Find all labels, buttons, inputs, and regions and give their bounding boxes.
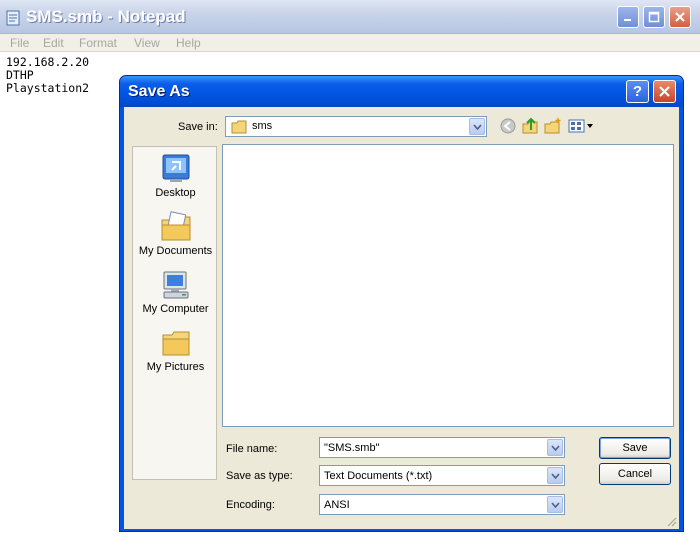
place-label: Desktop [155,187,196,199]
resize-grip-icon[interactable] [665,515,677,527]
text-line: 192.168.2.20 [6,55,90,69]
notepad-titlebar[interactable]: SMS.smb - Notepad [0,0,700,34]
my-pictures-icon [162,331,189,356]
encoding-value: ANSI [324,499,350,511]
encoding-select[interactable]: ANSI [319,494,565,515]
save-in-combo[interactable]: sms [225,116,487,137]
save-as-type-dropdown-button[interactable] [547,467,563,484]
folder-icon [231,120,247,134]
place-label: My Documents [138,245,213,257]
dialog-close-button[interactable] [653,80,676,103]
save-in-value: sms [252,120,273,132]
chevron-down-icon [550,501,560,508]
file-list-view[interactable] [222,144,674,427]
maximize-icon [648,11,660,23]
new-folder-icon [544,118,561,134]
menu-view[interactable]: View [134,36,160,50]
new-folder-button[interactable] [544,117,562,135]
places-bar: Desktop My Documents My Computer My Pict… [132,146,217,480]
file-name-label: File name: [226,443,278,455]
close-button[interactable] [669,6,691,28]
chevron-down-icon [472,123,482,130]
help-icon: ? [632,83,643,100]
save-in-dropdown-button[interactable] [469,118,485,135]
notepad-icon [6,10,20,26]
close-icon [659,86,670,97]
file-name-input[interactable]: "SMS.smb" [319,437,565,458]
menu-format[interactable]: Format [79,36,117,50]
help-button[interactable]: ? [626,80,649,103]
place-my-pictures[interactable]: My Pictures [133,327,218,385]
save-as-dialog: Save As ? Save in: sms Desktop My Docume… [119,75,684,532]
menu-file[interactable]: File [10,36,29,50]
file-name-value: "SMS.smb" [324,442,380,454]
views-menu-button[interactable] [567,117,595,135]
dialog-body: Save in: sms Desktop My Documents My Com… [124,107,679,529]
minimize-icon [624,19,631,21]
chevron-down-icon [550,444,560,451]
menu-help[interactable]: Help [176,36,201,50]
chevron-down-icon [550,472,560,479]
encoding-label: Encoding: [226,499,275,511]
dialog-title: Save As [128,83,190,100]
save-as-type-value: Text Documents (*.txt) [324,470,433,482]
menu-edit[interactable]: Edit [43,36,64,50]
close-icon [675,12,685,22]
encoding-dropdown-button[interactable] [547,496,563,513]
save-as-type-select[interactable]: Text Documents (*.txt) [319,465,565,486]
place-my-documents[interactable]: My Documents [133,211,218,269]
maximize-button[interactable] [643,6,665,28]
my-computer-icon [163,271,188,299]
cancel-button[interactable]: Cancel [599,463,671,485]
my-documents-icon [161,211,190,241]
back-icon [500,118,516,134]
notepad-title: SMS.smb - Notepad [26,7,186,26]
views-menu-icon [568,119,593,133]
file-name-dropdown-button[interactable] [547,439,563,456]
save-as-type-label: Save as type: [226,470,293,482]
place-label: My Pictures [146,361,205,373]
save-in-label: Save in: [178,121,218,133]
up-folder-button[interactable] [521,117,539,135]
place-desktop[interactable]: Desktop [133,153,218,211]
back-button[interactable] [499,117,517,135]
notepad-menubar: File Edit Format View Help [0,34,700,52]
up-folder-icon [522,117,538,134]
save-button[interactable]: Save [599,437,671,459]
place-label: My Computer [142,303,209,315]
minimize-button[interactable] [617,6,639,28]
desktop-icon [162,154,189,182]
place-my-computer[interactable]: My Computer [133,269,218,327]
dialog-titlebar[interactable]: Save As ? [120,76,683,107]
